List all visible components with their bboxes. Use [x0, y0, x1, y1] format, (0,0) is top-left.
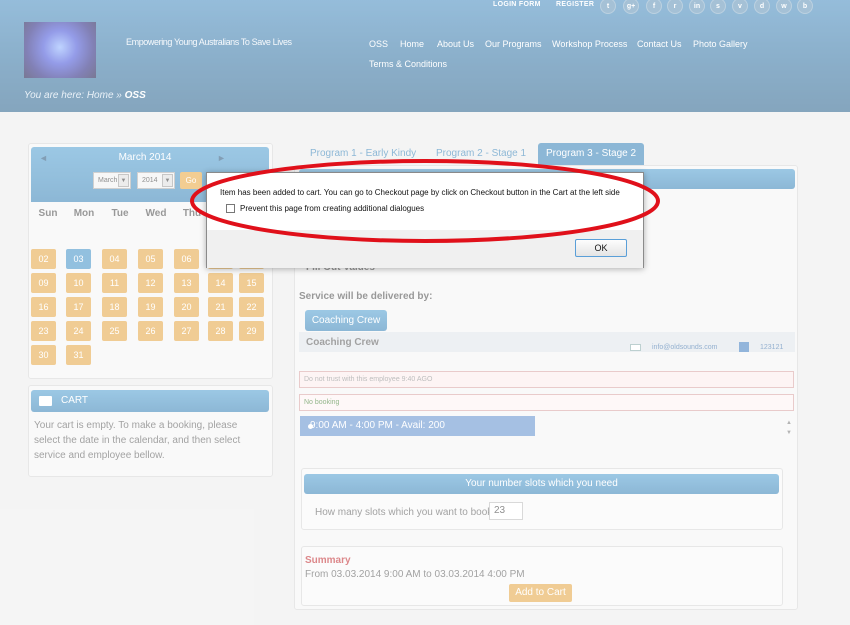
- annotation-ellipse: [190, 159, 660, 243]
- annotation-ring: [190, 159, 660, 243]
